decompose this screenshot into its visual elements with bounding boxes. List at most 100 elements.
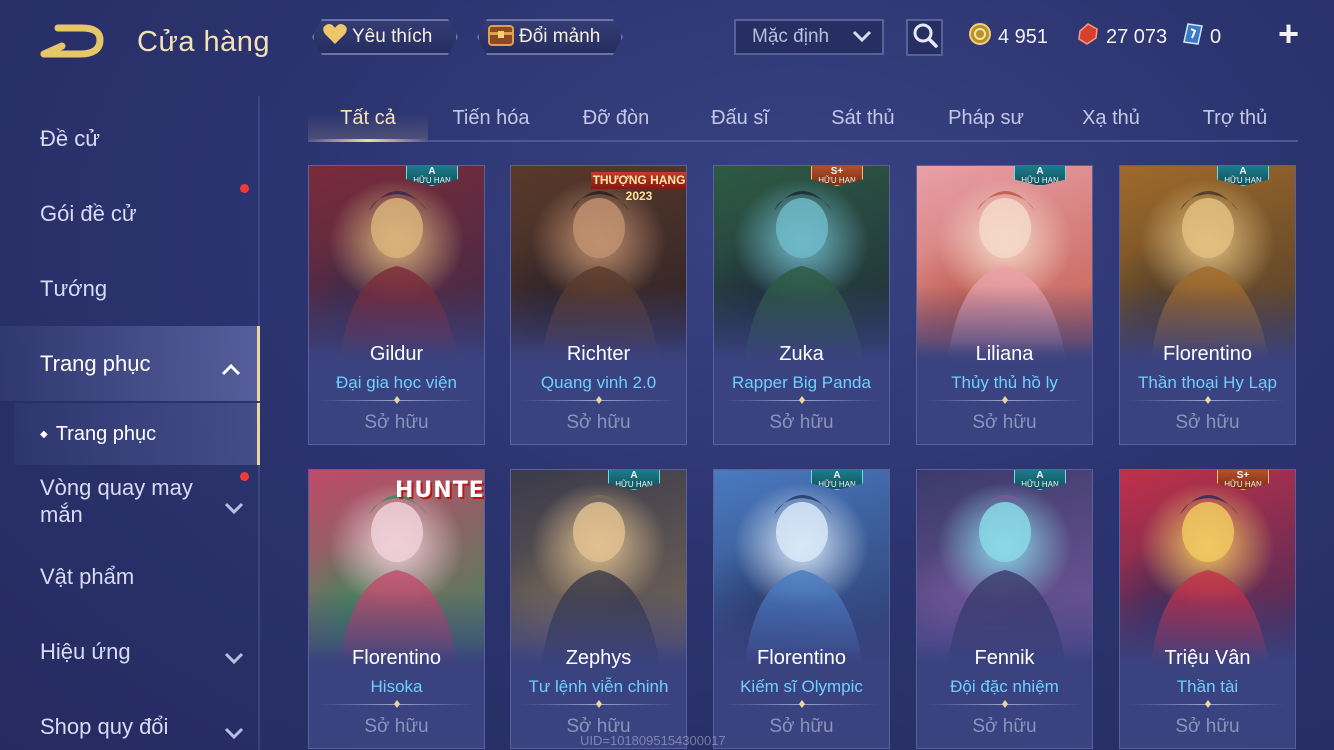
- hero-name: Florentino: [757, 647, 846, 669]
- sidebar-item-lucky-spin[interactable]: Vòng quay may mắn: [0, 466, 260, 536]
- hero-name: Fennik: [974, 647, 1035, 669]
- page-title: Cửa hàng: [137, 26, 271, 58]
- skin-card[interactable]: HUNTER Florentino Hisoka Sở hữu: [308, 469, 485, 749]
- rarity-tier: A: [630, 470, 638, 481]
- skin-card[interactable]: A HỮU HẠN Florentino Kiếm sĩ Olympic Sở hữu: [713, 469, 890, 749]
- skin-name: Quang vinh 2.0: [540, 373, 657, 392]
- tab-fighter[interactable]: Đấu sĩ: [680, 96, 800, 140]
- skin-card[interactable]: A HỮU HẠN Fennik Đội đặc nhiệm Sở hữu: [916, 469, 1093, 749]
- chevron-up-icon: [221, 357, 241, 383]
- sidebar: Đề cử Gói đề cử Tướng Trang phục ◆ Trang…: [0, 96, 260, 750]
- hero-name: Zephys: [565, 647, 632, 669]
- skin-card[interactable]: S+ HỮU HẠN Zuka Rapper Big Panda Sở hữu: [713, 165, 890, 445]
- ownership-status: Sở hữu: [1175, 716, 1240, 737]
- tab-all[interactable]: Tất cả: [308, 96, 428, 142]
- sidebar-item-skins[interactable]: Trang phục: [0, 326, 260, 401]
- search-button[interactable]: [906, 19, 943, 56]
- favorites-button[interactable]: Yêu thích: [312, 19, 458, 55]
- hero-name: Zuka: [779, 343, 824, 365]
- sidebar-subitem-label: Trang phục: [55, 422, 157, 445]
- chevron-down-icon: [224, 645, 244, 671]
- voucher-gem-icon: [1076, 22, 1100, 52]
- skin-name: Đại gia học viện: [336, 373, 457, 392]
- tab-evolution[interactable]: Tiến hóa: [431, 96, 551, 140]
- chevron-down-icon: [224, 494, 244, 521]
- rarity-tier: S+: [830, 166, 844, 177]
- skin-name: Hisoka: [370, 677, 423, 696]
- ticket-icon: [1182, 22, 1204, 52]
- notification-dot: [240, 472, 249, 481]
- rarity-tier: S+: [1236, 470, 1250, 481]
- rarity-tier: A: [1239, 166, 1247, 177]
- rarity-tier: A: [833, 470, 841, 481]
- sidebar-item-effects[interactable]: Hiệu ứng: [0, 614, 260, 689]
- voucher-currency: 27 073: [1076, 22, 1167, 52]
- sidebar-item-label: Hiệu ứng: [40, 638, 131, 664]
- skin-grid: A HỮU HẠN Gildur Đại gia học viện Sở hữu THƯỢ…: [308, 165, 1298, 750]
- skin-card[interactable]: A HỮU HẠN Gildur Đại gia học viện Sở hữu: [308, 165, 485, 445]
- plus-icon: +: [1278, 13, 1300, 54]
- sidebar-item-label: Tướng: [40, 275, 108, 301]
- rarity-tier: A: [1036, 166, 1044, 177]
- ownership-status: Sở hữu: [566, 412, 631, 433]
- uid-watermark: UID=1018095154300017: [580, 733, 726, 748]
- sidebar-item-label: Gói đề cử: [40, 200, 137, 226]
- ticket-currency: 0: [1182, 22, 1221, 52]
- skin-name: Thần tài: [1176, 677, 1239, 696]
- sidebar-item-label: Đề cử: [40, 125, 100, 151]
- rarity-tier: A: [1036, 470, 1044, 481]
- sort-dropdown[interactable]: Mặc định: [734, 19, 884, 55]
- sidebar-item-items[interactable]: Vật phẩm: [0, 539, 260, 614]
- skin-card[interactable]: S+ HỮU HẠN Triệu Vân Thần tài Sở hữu: [1119, 469, 1296, 749]
- back-icon[interactable]: [40, 22, 110, 62]
- diamond-bullet-icon: ◆: [40, 428, 48, 440]
- ownership-status: Sở hữu: [972, 412, 1037, 433]
- sidebar-item-heroes[interactable]: Tướng: [0, 251, 260, 326]
- tab-tank[interactable]: Đỡ đòn: [556, 96, 676, 140]
- rank-banner: THƯỢNG HẠNG 2023: [591, 172, 686, 208]
- sidebar-item-recommended[interactable]: Đề cử: [0, 101, 260, 176]
- search-icon: [912, 22, 938, 53]
- tab-marksman[interactable]: Xạ thủ: [1051, 96, 1171, 140]
- exchange-shards-button[interactable]: Đổi mảnh: [477, 19, 623, 55]
- skin-card[interactable]: A HỮU HẠN Florentino Thần thoại Hy Lạp Sở hữ…: [1119, 165, 1296, 445]
- sidebar-item-exchange-shop[interactable]: Shop quy đổi: [0, 689, 260, 750]
- hero-name: Florentino: [1163, 343, 1252, 365]
- top-bar: Cửa hàng Yêu thích Đổi mảnh Mặc định 4 9…: [0, 0, 1334, 80]
- tab-support[interactable]: Trợ thủ: [1175, 96, 1295, 140]
- gold-currency: 4 951: [968, 22, 1048, 52]
- hero-name: Florentino: [352, 647, 441, 669]
- sidebar-item-label: Vòng quay may mắn: [40, 475, 193, 527]
- rank-banner-title: THƯỢNG HẠNG: [591, 172, 686, 189]
- hero-name: Gildur: [369, 343, 424, 365]
- ticket-amount: 0: [1210, 25, 1222, 48]
- heart-icon: [322, 22, 348, 52]
- role-tabs: Tất cả Tiến hóa Đỡ đòn Đấu sĩ Sát thủ Ph…: [308, 96, 1298, 142]
- ownership-status: Sở hữu: [972, 716, 1037, 737]
- chevron-down-icon: [224, 720, 244, 746]
- skin-card[interactable]: A HỮU HẠN Zephys Tư lệnh viễn chinh Sở hữu: [510, 469, 687, 749]
- skin-card[interactable]: A HỮU HẠN Liliana Thủy thủ hồ ly Sở hữu: [916, 165, 1093, 445]
- rarity-tier: A: [428, 166, 436, 177]
- favorites-label: Yêu thích: [352, 26, 433, 47]
- ownership-status: Sở hữu: [769, 412, 834, 433]
- sidebar-item-label: Trang phục: [40, 350, 151, 376]
- hero-name: Richter: [566, 343, 631, 365]
- tab-mage[interactable]: Pháp sư: [926, 96, 1046, 140]
- skin-card[interactable]: THƯỢNG HẠNG 2023 Richter Quang vinh 2.0 Sở h…: [510, 165, 687, 445]
- gold-coin-icon: [968, 22, 992, 52]
- sidebar-subitem-skins[interactable]: ◆ Trang phục: [14, 403, 260, 465]
- notification-dot: [240, 184, 249, 193]
- add-currency-button[interactable]: +: [1278, 14, 1299, 54]
- sidebar-item-label: Vật phẩm: [40, 563, 135, 589]
- hero-name: Liliana: [975, 343, 1034, 365]
- collab-logo: HUNTER: [395, 478, 485, 503]
- rank-banner-year: 2023: [625, 189, 653, 203]
- ownership-status: Sở hữu: [364, 716, 429, 737]
- ownership-status: Sở hữu: [364, 412, 429, 433]
- skin-name: Thần thoại Hy Lạp: [1138, 373, 1277, 392]
- sidebar-item-label: Shop quy đổi: [40, 713, 169, 739]
- sidebar-item-recommended-bundles[interactable]: Gói đề cử: [0, 176, 260, 251]
- chevron-down-icon: [852, 26, 872, 48]
- tab-assassin[interactable]: Sát thủ: [803, 96, 923, 140]
